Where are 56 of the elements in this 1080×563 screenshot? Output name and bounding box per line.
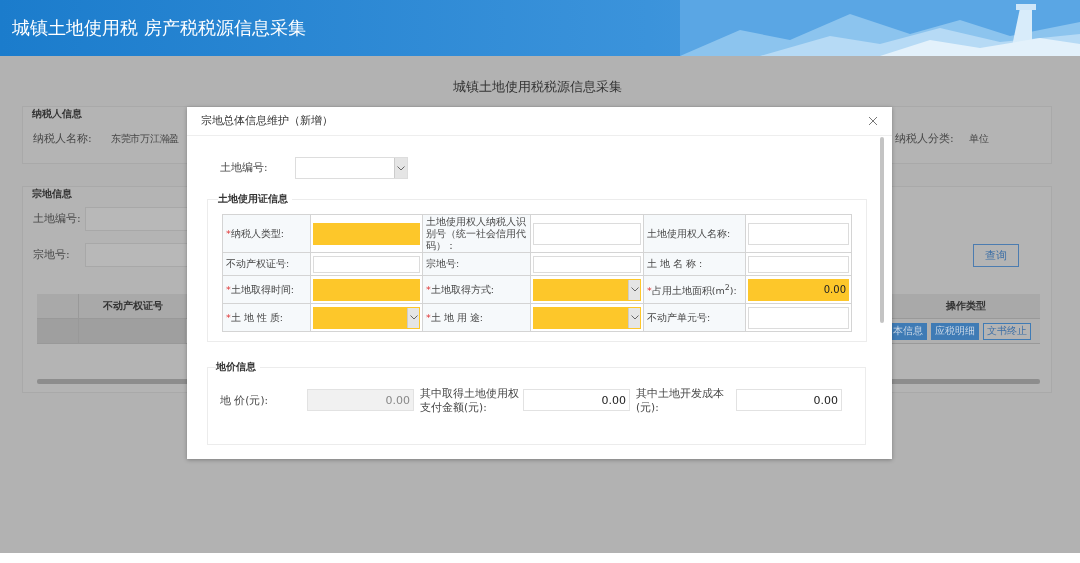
section-title: 地价信息 xyxy=(216,360,257,374)
field-label: *纳税人类型: xyxy=(226,227,284,239)
input-field[interactable] xyxy=(748,255,849,273)
input-field[interactable] xyxy=(748,306,849,329)
dropdown[interactable] xyxy=(295,157,408,179)
field-label: 土地使用权人纳税人识别号（统一社会信用代码）： xyxy=(426,215,526,251)
input-field[interactable] xyxy=(313,278,420,301)
field-label: 土地编号: xyxy=(220,161,269,175)
field-label: 土地使用权人名称: xyxy=(647,227,731,239)
field-value: 东莞市万江瀚盈 xyxy=(111,131,180,146)
input-field[interactable]: 0.00 xyxy=(748,278,849,301)
section-title: 纳税人信息 xyxy=(32,107,82,121)
app-title: 城镇土地使用税 房产税税源信息采集 xyxy=(12,16,306,40)
field-label: *土 地 用 途: xyxy=(426,311,483,323)
field-label: 宗地号: xyxy=(426,258,460,269)
field-label: 宗地号: xyxy=(33,248,71,262)
action-button[interactable]: 文书终止 xyxy=(983,322,1031,340)
field-label: 纳税人分类: xyxy=(895,131,955,146)
dropdown[interactable] xyxy=(313,306,420,329)
action-button[interactable]: 本信息 xyxy=(892,322,927,340)
field-label: *土 地 性 质: xyxy=(226,311,283,323)
field-label: *土地取得时间: xyxy=(226,283,294,295)
field-label: *占用土地面积(m$^{2}$): xyxy=(647,285,737,297)
input-field[interactable] xyxy=(313,255,420,273)
page-title: 城镇土地使用税税源信息采集 xyxy=(451,78,623,96)
field-label: 不动产权证号: xyxy=(226,258,290,269)
field-label: *土地取得方式: xyxy=(426,283,494,295)
field-label: 不动产单元号: xyxy=(647,311,711,323)
field-value: 单位 xyxy=(969,131,990,146)
input-field[interactable] xyxy=(533,255,641,273)
column-header: 不动产权证号 xyxy=(101,299,164,313)
section-title: 土地使用证信息 xyxy=(218,192,289,206)
field-label: 土 地 名 称 : xyxy=(647,258,703,269)
close-icon[interactable] xyxy=(868,116,878,126)
field-label: 土地编号: xyxy=(33,212,82,226)
input-field[interactable]: 0.00 xyxy=(523,389,630,411)
action-button[interactable]: 应税明细 xyxy=(931,322,979,340)
scrollbar[interactable] xyxy=(880,137,884,323)
dialog-title: 宗地总体信息维护（新增） xyxy=(201,114,333,128)
field-label: 纳税人名称: xyxy=(33,131,93,146)
field-label: 地 价(元): xyxy=(220,393,270,407)
field-label: 其中土地开发成本(元): xyxy=(635,386,725,414)
input-field[interactable] xyxy=(533,222,641,245)
input-field[interactable]: 0.00 xyxy=(736,389,842,411)
column-header: 操作类型 xyxy=(945,299,987,313)
input-field[interactable] xyxy=(748,222,849,245)
query-button[interactable]: 查询 xyxy=(973,244,1019,267)
dropdown[interactable] xyxy=(533,306,641,329)
input-field[interactable] xyxy=(313,222,420,245)
caret-icon xyxy=(628,307,640,328)
dropdown[interactable] xyxy=(533,278,641,301)
field-label: 其中取得土地使用权支付金额(元): xyxy=(419,386,520,414)
caret-icon xyxy=(628,279,640,300)
caret-icon xyxy=(407,307,419,328)
caret-icon xyxy=(394,158,407,178)
section-title: 宗地信息 xyxy=(32,187,72,201)
